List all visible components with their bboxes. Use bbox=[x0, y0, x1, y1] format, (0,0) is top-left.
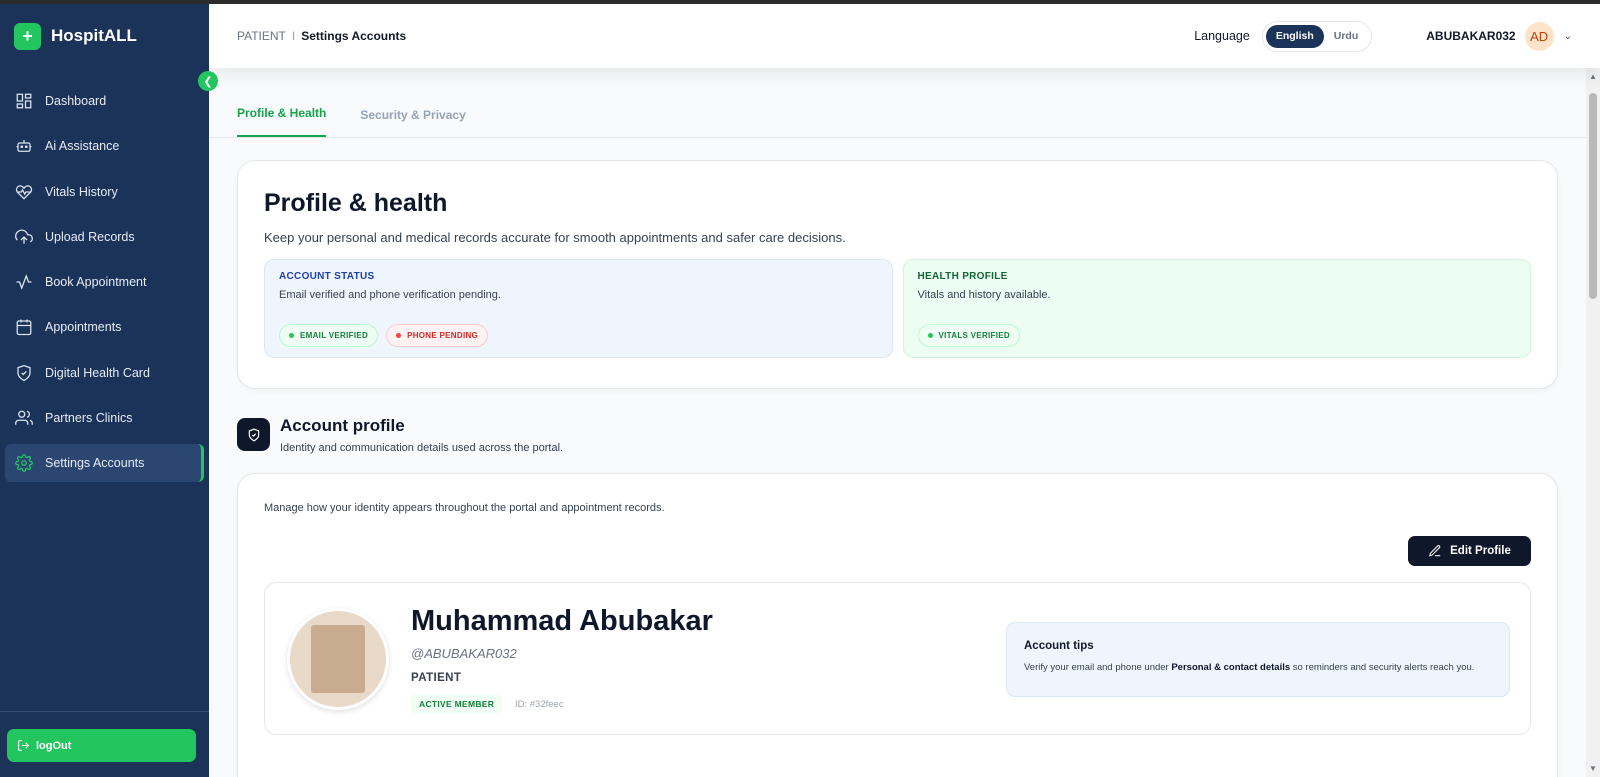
chevron-down-icon[interactable]: ⌄ bbox=[1564, 31, 1572, 42]
main-content: PATIENT I Settings Accounts Language Engli… bbox=[209, 4, 1600, 777]
grid-icon bbox=[16, 93, 32, 109]
sidebar-item-label: Upload Records bbox=[45, 229, 135, 244]
logout-icon bbox=[18, 740, 30, 751]
avatar[interactable]: AD bbox=[1524, 21, 1554, 51]
heart-pulse-icon bbox=[15, 184, 33, 200]
activity-icon bbox=[16, 274, 32, 291]
sidebar-item-label: Settings Accounts bbox=[45, 456, 145, 471]
profile-photo[interactable] bbox=[287, 608, 389, 710]
tab-security-privacy[interactable]: Security & Privacy bbox=[360, 108, 465, 137]
scroll-up-icon[interactable]: ▲ bbox=[1589, 72, 1597, 81]
health-profile-badges: VITALS VERIFIED bbox=[917, 324, 1020, 347]
sidebar-item-label: Digital Health Card bbox=[45, 365, 150, 380]
pencil-icon bbox=[1429, 545, 1441, 557]
profile-summary: Muhammad Abubakar @ABUBAKAR032 PATIENT A… bbox=[264, 582, 1531, 735]
sidebar-item-upload-records[interactable]: Upload Records bbox=[5, 218, 204, 256]
status-row: ACCOUNT STATUS Email verified and phone … bbox=[264, 259, 1531, 358]
health-profile-text: Vitals and history available. bbox=[917, 289, 1051, 301]
sidebar-item-partners-clinics[interactable]: Partners Clinics bbox=[5, 399, 204, 437]
account-status-badges: EMAIL VERIFIED PHONE PENDING bbox=[279, 324, 489, 347]
gear-icon bbox=[15, 454, 33, 473]
collapse-sidebar-chevron-icon[interactable]: ❮ bbox=[198, 71, 218, 91]
brand[interactable]: + HospitALL bbox=[0, 4, 209, 68]
account-tips-title: Account tips bbox=[1024, 640, 1094, 652]
brand-logo-icon: + bbox=[14, 22, 41, 50]
app-window: + HospitALL ❮ Dashboard Ai Assistance Vi… bbox=[0, 4, 1600, 777]
sidebar-item-label: Partners Clinics bbox=[45, 411, 133, 426]
sidebar: + HospitALL ❮ Dashboard Ai Assistance Vi… bbox=[0, 4, 218, 777]
sidebar-item-label: Vitals History bbox=[45, 184, 118, 199]
logout-button[interactable]: logOut bbox=[7, 729, 196, 762]
status-dot-icon bbox=[289, 333, 294, 338]
account-status-box: ACCOUNT STATUS Email verified and phone … bbox=[264, 259, 893, 358]
sidebar-item-vitals-history[interactable]: Vitals History bbox=[5, 173, 204, 211]
health-profile-box: HEALTH PROFILE Vitals and history availa… bbox=[902, 259, 1531, 358]
sidebar-item-dashboard[interactable]: Dashboard bbox=[5, 82, 204, 120]
status-dot-icon bbox=[927, 333, 933, 338]
tab-profile-health[interactable]: Profile & Health bbox=[237, 106, 327, 137]
account-tips-text: Verify your email and phone under Person… bbox=[1024, 662, 1475, 673]
status-dot-icon bbox=[396, 333, 402, 338]
edit-profile-label: Edit Profile bbox=[1450, 545, 1511, 557]
phone-pending-badge: PHONE PENDING bbox=[386, 324, 489, 347]
scrollbar-thumb[interactable] bbox=[1589, 93, 1597, 299]
badge-label: VITALS VERIFIED bbox=[938, 331, 1010, 340]
scroll-down-icon[interactable]: ▼ bbox=[1589, 764, 1597, 773]
profile-handle: @ABUBAKAR032 bbox=[411, 646, 517, 661]
language-option-urdu[interactable]: Urdu bbox=[1324, 25, 1369, 48]
account-tips: Account tips Verify your email and phone… bbox=[1006, 622, 1510, 697]
page-title: Profile & health bbox=[264, 189, 448, 217]
sidebar-item-appointments[interactable]: Appointments bbox=[5, 308, 204, 346]
badge-label: EMAIL VERIFIED bbox=[300, 331, 369, 340]
shield-check-icon bbox=[17, 364, 31, 381]
sidebar-item-label: Book Appointment bbox=[45, 275, 147, 290]
profile-health-card: Profile & health Keep your personal and … bbox=[237, 160, 1558, 389]
sidebar-item-label: Dashboard bbox=[45, 94, 107, 108]
sidebar-item-book-appointment[interactable]: Book Appointment bbox=[5, 263, 204, 301]
language-toggle: English Urdu bbox=[1261, 20, 1373, 52]
breadcrumb: PATIENT I Settings Accounts bbox=[237, 29, 406, 43]
vertical-scrollbar[interactable]: ▲ ▼ bbox=[1586, 68, 1600, 777]
health-profile-title: HEALTH PROFILE bbox=[917, 271, 1008, 282]
tab-bar: Profile & Health Security & Privacy bbox=[209, 68, 1600, 138]
cloud-upload-icon bbox=[15, 229, 33, 244]
sidebar-nav: Dashboard Ai Assistance Vitals History U… bbox=[0, 82, 209, 483]
section-title: Account profile bbox=[280, 416, 405, 435]
brand-name: HospitALL bbox=[51, 26, 137, 45]
vitals-verified-badge: VITALS VERIFIED bbox=[917, 324, 1020, 347]
sidebar-item-settings-accounts[interactable]: Settings Accounts bbox=[5, 444, 204, 483]
account-status-text: Email verified and phone verification pe… bbox=[279, 289, 501, 301]
edit-profile-button[interactable]: Edit Profile bbox=[1408, 536, 1531, 566]
sidebar-item-digital-health-card[interactable]: Digital Health Card bbox=[5, 354, 204, 392]
profile-name: Muhammad Abubakar bbox=[411, 605, 713, 637]
user-name[interactable]: ABUBAKAR032 bbox=[1426, 29, 1515, 43]
sidebar-item-label: Appointments bbox=[45, 320, 122, 335]
email-verified-badge: EMAIL VERIFIED bbox=[279, 324, 379, 347]
breadcrumb-separator: I bbox=[291, 29, 296, 43]
sidebar-item-label: Ai Assistance bbox=[45, 139, 120, 154]
breadcrumb-current: Settings Accounts bbox=[301, 29, 407, 43]
active-member-badge: ACTIVE MEMBER bbox=[411, 695, 503, 713]
language-label: Language bbox=[1194, 29, 1250, 43]
sidebar-divider bbox=[0, 711, 209, 712]
account-profile-header: Account profile Identity and communicati… bbox=[237, 416, 564, 454]
calendar-icon bbox=[16, 319, 32, 336]
breadcrumb-root[interactable]: PATIENT bbox=[237, 29, 286, 43]
section-subtitle: Identity and communication details used … bbox=[280, 442, 564, 454]
profile-role: PATIENT bbox=[411, 672, 462, 684]
account-profile-card: Manage how your identity appears through… bbox=[237, 473, 1558, 777]
topbar: PATIENT I Settings Accounts Language Engli… bbox=[209, 4, 1600, 68]
users-icon bbox=[15, 410, 33, 425]
sidebar-item-ai-assistance[interactable]: Ai Assistance bbox=[5, 127, 204, 165]
badge-label: PHONE PENDING bbox=[407, 331, 479, 340]
robot-icon bbox=[16, 140, 32, 153]
language-option-english[interactable]: English bbox=[1265, 24, 1324, 48]
shield-icon bbox=[237, 418, 270, 451]
logout-label: logOut bbox=[36, 739, 72, 752]
account-status-title: ACCOUNT STATUS bbox=[279, 271, 375, 282]
account-profile-description: Manage how your identity appears through… bbox=[264, 502, 665, 514]
page-subtitle: Keep your personal and medical records a… bbox=[264, 230, 846, 245]
profile-id: ID: #32feec bbox=[515, 699, 564, 710]
